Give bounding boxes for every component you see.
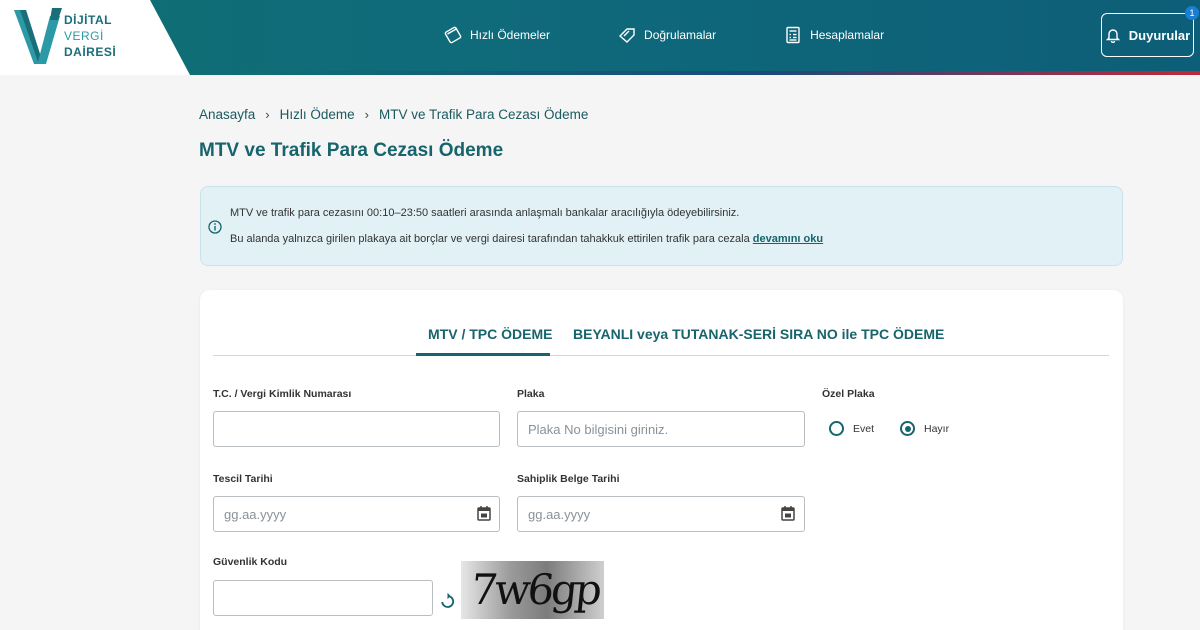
nav-label: Doğrulamalar	[644, 28, 717, 42]
info-text-2: Bu alanda yalnızca girilen plakaya ait b…	[230, 233, 823, 245]
security-code-input[interactable]	[213, 580, 433, 616]
ownership-date-label: Sahiplik Belge Tarihi	[517, 473, 620, 485]
calendar-icon[interactable]	[476, 505, 492, 522]
logo-mark-icon	[14, 8, 62, 64]
breadcrumb-hizli-odeme[interactable]: Hızlı Ödeme	[280, 107, 355, 122]
main-nav: Hızlı Ödemeler Doğrulamalar Hesaplamalar	[444, 0, 952, 70]
header-accent-stripe	[240, 71, 1200, 75]
tckn-input[interactable]	[213, 411, 500, 447]
info-box: MTV ve trafik para cezasını 00:10–23:50 …	[200, 186, 1123, 266]
radio-label-evet: Evet	[853, 422, 875, 435]
bell-icon	[1105, 29, 1120, 43]
refresh-icon[interactable]	[440, 592, 455, 609]
special-plate-hayir-radio[interactable]: Hayır	[900, 421, 949, 436]
logo-text: DİJİTAL VERGİ DAİRESİ	[64, 12, 116, 60]
tab-mtv-tpc-odeme[interactable]: MTV / TPC ÖDEME	[428, 326, 552, 342]
calendar-icon[interactable]	[780, 505, 796, 522]
payment-form-card: MTV / TPC ÖDEME BEYANLI veya TUTANAK-SER…	[200, 290, 1123, 630]
page-title: MTV ve Trafik Para Cezası Ödeme	[199, 140, 504, 161]
breadcrumb-current[interactable]: MTV ve Trafik Para Cezası Ödeme	[379, 107, 588, 122]
info-text-1: MTV ve trafik para cezasını 00:10–23:50 …	[230, 207, 740, 219]
tab-beyanli-tutanak[interactable]: BEYANLI veya TUTANAK-SERİ SIRA NO ile TP…	[573, 326, 944, 342]
captcha-text: 7w6gp	[468, 565, 602, 614]
card-icon	[444, 26, 462, 44]
radio-circle	[829, 421, 844, 436]
announcements-button[interactable]: Duyurular	[1101, 13, 1194, 57]
plate-label: Plaka	[517, 388, 545, 400]
plate-input[interactable]	[517, 411, 805, 447]
breadcrumb: Anasayfa › Hızlı Ödeme › MTV ve Trafik P…	[199, 107, 588, 122]
read-more-link[interactable]: devamını oku	[753, 233, 823, 245]
breadcrumb-home[interactable]: Anasayfa	[199, 107, 255, 122]
nav-item-dogrulamalar[interactable]: Doğrulamalar	[618, 26, 716, 44]
nav-item-hesaplamalar[interactable]: Hesaplamalar	[784, 26, 884, 44]
registration-date-input[interactable]	[213, 496, 500, 532]
announcements-label: Duyurular	[1128, 27, 1191, 43]
registration-date-label: Tescil Tarihi	[213, 473, 273, 485]
nav-label: Hızlı Ödemeler	[470, 28, 551, 42]
tab-divider	[213, 355, 1109, 356]
nav-item-hizli-odemeler[interactable]: Hızlı Ödemeler	[444, 26, 550, 44]
logo-line-2: VERGİ	[64, 29, 104, 43]
security-code-label: Güvenlik Kodu	[213, 556, 288, 568]
special-plate-evet-radio[interactable]: Evet	[829, 421, 874, 436]
active-tab-indicator	[416, 353, 550, 356]
nav-label: Hesaplamalar	[810, 28, 885, 42]
calculator-icon	[786, 26, 800, 44]
info-icon	[208, 220, 222, 234]
special-plate-label: Özel Plaka	[822, 388, 875, 400]
notification-badge: 1	[1185, 6, 1199, 20]
chevron-right-icon: ›	[265, 107, 270, 122]
captcha-image: 7w6gp	[461, 561, 604, 619]
info-text-2-body: Bu alanda yalnızca girilen plakaya ait b…	[230, 233, 750, 245]
logo-line-1: DİJİTAL	[64, 13, 112, 27]
logo-line-3: DAİRESİ	[64, 45, 117, 59]
tag-icon	[619, 28, 635, 43]
chevron-right-icon: ›	[364, 107, 370, 122]
radio-circle-selected	[900, 421, 915, 436]
tckn-label: T.C. / Vergi Kimlik Numarası	[213, 388, 352, 400]
radio-label-hayir: Hayır	[924, 422, 950, 435]
ownership-date-input[interactable]	[517, 496, 805, 532]
